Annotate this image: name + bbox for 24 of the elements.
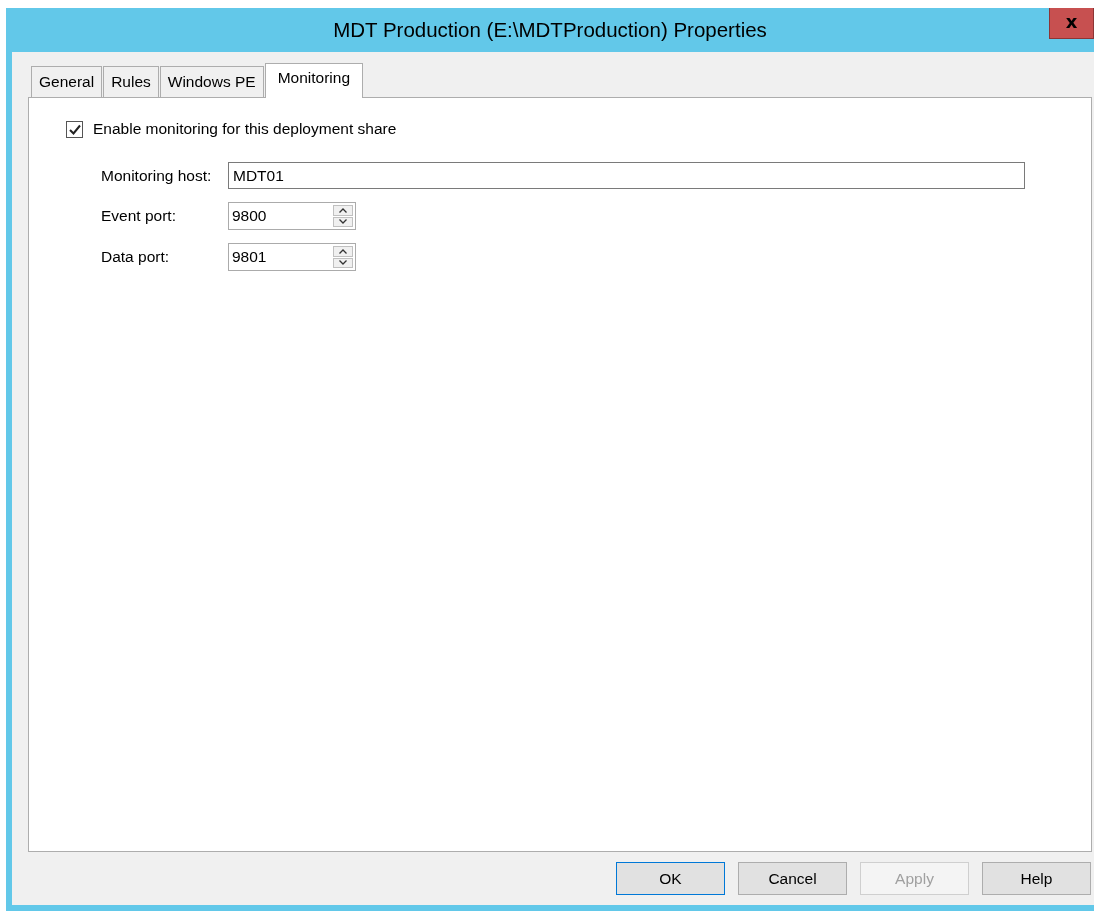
- dialog-button[interactable]: OK: [616, 862, 725, 895]
- tab[interactable]: Windows PE: [159, 66, 264, 97]
- field-label: Data port:: [101, 248, 171, 266]
- text-field[interactable]: MDT01: [228, 162, 1025, 189]
- chevron-down-icon: [339, 219, 347, 225]
- spin-down-button[interactable]: [333, 216, 353, 227]
- dialog-button[interactable]: Help: [982, 862, 1091, 895]
- close-button[interactable]: x: [1049, 8, 1094, 39]
- checkbox[interactable]: [66, 120, 83, 138]
- tab[interactable]: Rules: [103, 66, 159, 97]
- dialog-button[interactable]: Cancel: [738, 862, 847, 895]
- tab[interactable]: General: [31, 66, 103, 97]
- tab[interactable]: Monitoring: [264, 63, 364, 98]
- chevron-down-icon: [339, 260, 347, 266]
- field-label: Event port:: [101, 207, 177, 225]
- checkmark-icon: [68, 123, 81, 135]
- spin-up-button[interactable]: [333, 205, 353, 216]
- checkbox-label[interactable]: Enable monitoring for this deployment share: [93, 120, 397, 138]
- spin-down-button[interactable]: [333, 257, 353, 268]
- chevron-up-icon: [339, 248, 347, 254]
- field-label: Monitoring host:: [101, 166, 213, 185]
- chevron-up-icon: [339, 207, 347, 213]
- spin-up-button[interactable]: [333, 246, 353, 257]
- window-title: MDT Production (E:\MDTProduction) Properties: [333, 18, 767, 42]
